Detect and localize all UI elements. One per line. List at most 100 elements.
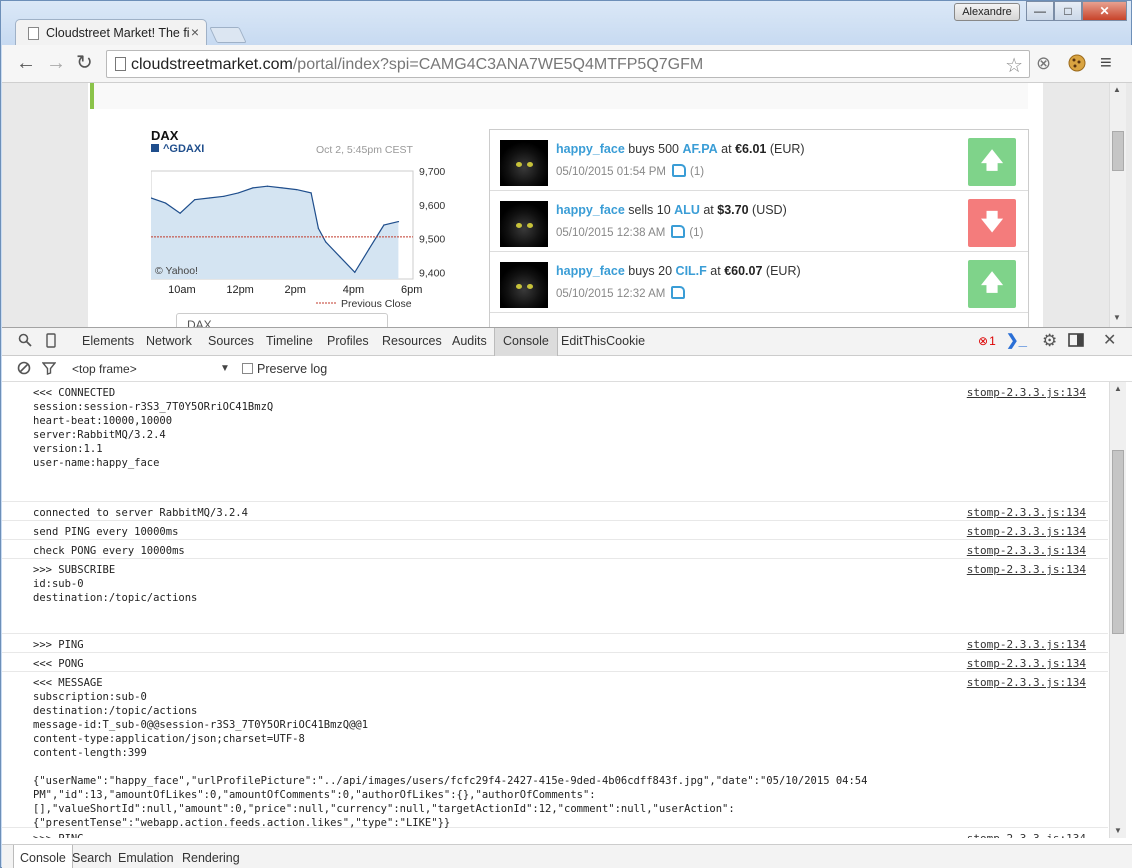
tab-sources[interactable]: Sources xyxy=(208,334,254,348)
buy-arrow-button[interactable]: 🡅 xyxy=(968,138,1016,186)
source-link[interactable]: stomp-2.3.3.js:134 xyxy=(967,506,1086,519)
close-window-button[interactable]: ✕ xyxy=(1082,1,1127,21)
action-verb: buys xyxy=(628,264,655,278)
index-select[interactable]: DAX xyxy=(176,313,388,327)
tab-timeline[interactable]: Timeline xyxy=(266,334,313,348)
tab-console[interactable]: Console xyxy=(494,328,558,356)
cookie-extension-icon[interactable] xyxy=(1068,54,1086,77)
source-link[interactable]: stomp-2.3.3.js:134 xyxy=(967,657,1086,670)
device-mode-icon[interactable] xyxy=(46,333,56,352)
data-point xyxy=(317,227,319,229)
console-message: >>> PING stomp-2.3.3.js:134 xyxy=(2,828,1108,838)
scroll-down-icon[interactable]: ▼ xyxy=(1113,313,1121,322)
user-link[interactable]: happy_face xyxy=(556,142,625,156)
source-link[interactable]: stomp-2.3.3.js:134 xyxy=(967,638,1086,651)
dock-side-icon[interactable] xyxy=(1068,333,1084,351)
avatar[interactable] xyxy=(500,140,548,186)
at-label: at xyxy=(703,203,714,217)
clear-console-icon[interactable] xyxy=(17,361,31,379)
console-drawer-icon[interactable]: ❯_ xyxy=(1006,333,1027,349)
user-link[interactable]: happy_face xyxy=(556,203,625,217)
buy-arrow-button[interactable]: 🡅 xyxy=(968,260,1016,308)
profile-button[interactable]: Alexandre xyxy=(954,3,1020,21)
scrollbar-thumb[interactable] xyxy=(1112,131,1124,171)
action-verb: buys xyxy=(628,142,655,156)
error-count-badge[interactable]: 1 xyxy=(978,334,996,348)
feed-meta: 05/10/2015 12:32 AM xyxy=(556,286,689,300)
tab-editthiscookie[interactable]: EditThisCookie xyxy=(561,334,645,348)
x-tick-label: 4pm xyxy=(343,284,364,296)
drawer-tab-emulation[interactable]: Emulation xyxy=(118,851,174,865)
devtools-panel: 1 ❯_ ⚙ ✕ Elements Network Sources Timeline P… xyxy=(2,327,1132,868)
currency: (EUR) xyxy=(769,142,805,156)
console-message-text: >>> PING xyxy=(33,639,84,651)
stop-extension-icon[interactable]: ⊗ xyxy=(1036,54,1051,72)
console-message: <<< PONG stomp-2.3.3.js:134 xyxy=(2,653,1108,672)
ticker-link[interactable]: CIL.F xyxy=(676,264,707,278)
data-point xyxy=(325,241,327,243)
currency: (EUR) xyxy=(765,264,801,278)
like-icon[interactable] xyxy=(671,286,686,299)
like-icon[interactable] xyxy=(671,164,686,177)
drawer-tab-rendering[interactable]: Rendering xyxy=(182,851,240,865)
scrollbar-thumb[interactable] xyxy=(1112,450,1124,634)
like-icon[interactable] xyxy=(671,225,686,238)
avatar[interactable] xyxy=(500,262,548,308)
avatar[interactable] xyxy=(500,201,548,247)
y-tick-label: 9,600 xyxy=(419,200,445,212)
page-content: DAX ^GDAXI Oct 2, 5:45pm CEST 10am 12pm 2p… xyxy=(88,83,1043,327)
bookmark-star-icon[interactable]: ☆ xyxy=(1005,53,1023,78)
legend-label: Previous Close xyxy=(341,298,412,310)
tab-close-icon[interactable]: × xyxy=(191,24,199,40)
ticker-link[interactable]: AF.PA xyxy=(683,142,718,156)
title-bar: Cloudstreet Market! The fi × Alexandre —… xyxy=(1,1,1131,47)
source-link[interactable]: stomp-2.3.3.js:134 xyxy=(967,563,1086,576)
tab-network[interactable]: Network xyxy=(146,334,192,348)
menu-icon[interactable]: ≡ xyxy=(1100,53,1112,73)
minimize-button[interactable]: — xyxy=(1026,1,1054,21)
frame-select-arrow-icon[interactable]: ▼ xyxy=(220,363,230,374)
tab-resources[interactable]: Resources xyxy=(382,334,442,348)
maximize-button[interactable]: □ xyxy=(1054,1,1082,21)
scroll-up-icon[interactable]: ▲ xyxy=(1113,85,1121,94)
data-point xyxy=(310,192,312,194)
tab-profiles[interactable]: Profiles xyxy=(327,334,369,348)
user-link[interactable]: happy_face xyxy=(556,264,625,278)
close-devtools-icon[interactable]: ✕ xyxy=(1103,333,1116,349)
sell-arrow-button[interactable]: 🡇 xyxy=(968,199,1016,247)
currency: (USD) xyxy=(752,203,787,217)
page-viewport: DAX ^GDAXI Oct 2, 5:45pm CEST 10am 12pm 2p… xyxy=(2,83,1132,327)
page-scrollbar[interactable]: ▲ ▼ xyxy=(1109,83,1126,327)
frame-select[interactable]: <top frame> xyxy=(72,362,137,376)
forward-icon[interactable]: → xyxy=(46,53,66,73)
page-icon xyxy=(115,57,126,71)
inspect-icon[interactable] xyxy=(18,333,32,351)
source-link[interactable]: stomp-2.3.3.js:134 xyxy=(967,676,1086,689)
ticker-link[interactable]: ALU xyxy=(674,203,700,217)
quantity: 10 xyxy=(656,203,671,217)
tab-audits[interactable]: Audits xyxy=(452,334,487,348)
console-message: check PONG every 10000ms stomp-2.3.3.js:1… xyxy=(2,540,1108,559)
source-link[interactable]: stomp-2.3.3.js:134 xyxy=(967,525,1086,538)
filter-icon[interactable] xyxy=(41,361,57,379)
back-icon[interactable]: ← xyxy=(16,53,36,73)
tab-title: Cloudstreet Market! The fi xyxy=(46,26,190,40)
source-link[interactable]: stomp-2.3.3.js:134 xyxy=(967,544,1086,557)
action-verb: sells xyxy=(628,203,654,217)
new-tab-button[interactable] xyxy=(209,27,247,43)
scroll-up-icon[interactable]: ▲ xyxy=(1114,384,1122,393)
tab-elements[interactable]: Elements xyxy=(82,334,134,348)
drawer-tab-search[interactable]: Search xyxy=(72,851,112,865)
dax-chart: 10am 12pm 2pm 4pm 6pm 9,700 9,600 9,500 9,400 © Y… xyxy=(151,166,445,310)
console-scrollbar[interactable]: ▲ ▼ xyxy=(1109,382,1126,838)
drawer-tab-console[interactable]: Console xyxy=(13,845,73,868)
browser-tab[interactable]: Cloudstreet Market! The fi × xyxy=(15,19,207,47)
settings-gear-icon[interactable]: ⚙ xyxy=(1042,332,1057,349)
scroll-down-icon[interactable]: ▼ xyxy=(1114,826,1122,835)
address-bar[interactable]: cloudstreetmarket.com/portal/index?spi=C… xyxy=(106,50,1030,78)
source-link[interactable]: stomp-2.3.3.js:134 xyxy=(967,386,1086,399)
preserve-log-checkbox[interactable] xyxy=(242,363,253,374)
reload-icon[interactable]: ↻ xyxy=(76,53,93,73)
source-link[interactable]: stomp-2.3.3.js:134 xyxy=(967,832,1086,838)
url-host: cloudstreetmarket.com xyxy=(131,56,293,73)
